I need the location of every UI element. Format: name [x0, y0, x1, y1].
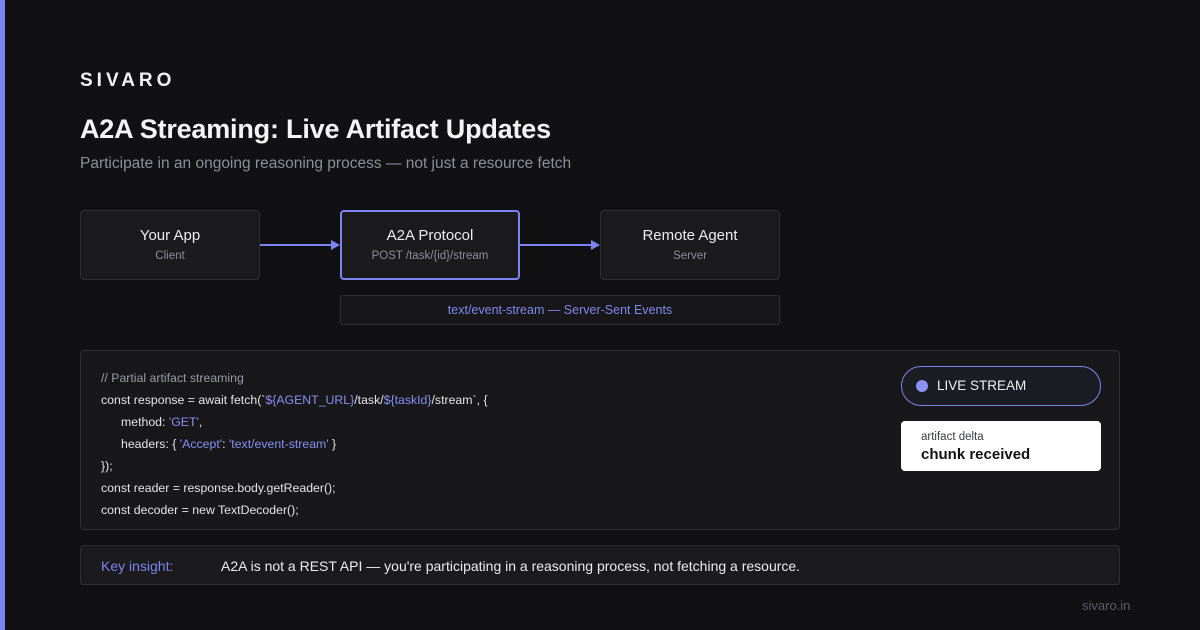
- live-stream-label: LIVE STREAM: [937, 378, 1027, 393]
- code-line: method: 'GET',: [121, 415, 203, 429]
- footer-url: sivaro.in: [1082, 598, 1131, 613]
- code-line: const response = await fetch(`${AGENT_UR…: [101, 393, 488, 407]
- code-line: const reader = response.body.getReader()…: [101, 481, 336, 495]
- live-stream-badge: LIVE STREAM: [901, 366, 1101, 406]
- delta-value: chunk received: [921, 446, 1031, 463]
- insight-key: Key insight:: [101, 558, 174, 574]
- code-block: // Partial artifact streaming const resp…: [101, 367, 488, 521]
- insight-text: A2A is not a REST API — you're participa…: [221, 558, 801, 574]
- artifact-delta-card: artifact delta chunk received: [901, 421, 1101, 471]
- event-stream-channel: text/event-stream — Server-Sent Events: [340, 295, 780, 325]
- live-indicator-dot-icon: [916, 380, 928, 392]
- code-panel: // Partial artifact streaming const resp…: [80, 350, 1120, 530]
- arrow-app-to-protocol: [260, 240, 340, 250]
- code-line: const decoder = new TextDecoder();: [101, 503, 299, 517]
- arrow-protocol-to-remote: [520, 240, 600, 250]
- code-comment: // Partial artifact streaming: [101, 371, 244, 385]
- key-insight-bar: Key insight: A2A is not a REST API — you…: [80, 545, 1120, 585]
- code-line: headers: { 'Accept': 'text/event-stream'…: [121, 437, 337, 451]
- code-line: });: [101, 459, 113, 473]
- delta-label: artifact delta: [921, 431, 984, 443]
